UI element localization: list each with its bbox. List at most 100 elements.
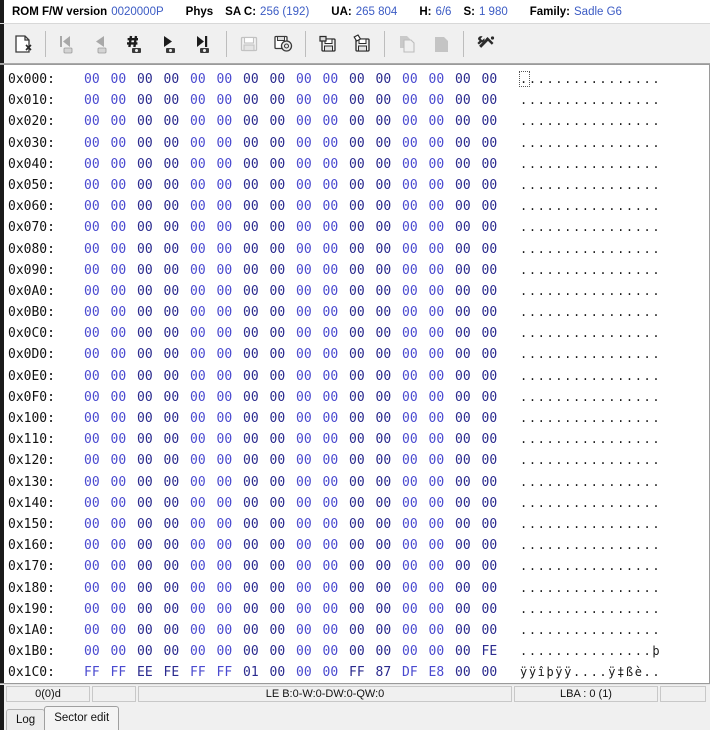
hex-byte[interactable]: 00	[137, 641, 164, 662]
hex-byte-group[interactable]: 00 00 00 00 00 00 00 00 00 00 00 00 00 00 00 00	[84, 69, 508, 90]
hex-byte[interactable]: 00	[111, 599, 138, 620]
hex-byte[interactable]: 00	[217, 217, 244, 238]
hex-byte[interactable]: 00	[376, 641, 403, 662]
hex-byte[interactable]: 00	[349, 620, 376, 641]
read-from-drive-button[interactable]	[345, 27, 379, 61]
hex-byte[interactable]: 00	[429, 514, 456, 535]
hex-byte[interactable]: 00	[84, 69, 111, 90]
hex-byte[interactable]: 00	[323, 408, 350, 429]
hex-byte[interactable]: 00	[84, 429, 111, 450]
hex-byte[interactable]: 00	[243, 260, 270, 281]
hex-byte[interactable]: 00	[482, 493, 509, 514]
hex-byte[interactable]: 00	[243, 535, 270, 556]
hex-byte[interactable]: 00	[482, 344, 509, 365]
save-button[interactable]	[232, 27, 266, 61]
hex-byte[interactable]: 00	[111, 620, 138, 641]
hex-ascii[interactable]: ................	[520, 514, 661, 535]
hex-byte[interactable]: 00	[190, 111, 217, 132]
goto-sector-button[interactable]	[119, 27, 153, 61]
hex-byte[interactable]: 00	[270, 217, 297, 238]
hex-ascii[interactable]: ................	[520, 408, 661, 429]
hex-byte[interactable]: 00	[270, 429, 297, 450]
hex-byte[interactable]: 00	[455, 196, 482, 217]
hex-byte[interactable]: 00	[296, 323, 323, 344]
hex-byte[interactable]: 00	[323, 578, 350, 599]
hex-byte[interactable]: 00	[323, 472, 350, 493]
hex-byte[interactable]: 00	[84, 133, 111, 154]
hex-byte[interactable]: 00	[429, 260, 456, 281]
hex-ascii[interactable]: ................	[520, 260, 661, 281]
hex-byte[interactable]: 00	[482, 196, 509, 217]
hex-byte[interactable]: 00	[190, 69, 217, 90]
hex-ascii[interactable]: ................	[520, 556, 661, 577]
hex-byte-group[interactable]: 00 00 00 00 00 00 00 00 00 00 00 00 00 00 00 00	[84, 620, 508, 641]
hex-byte[interactable]: 00	[111, 514, 138, 535]
hex-byte[interactable]: 00	[164, 90, 191, 111]
hex-byte[interactable]: 00	[429, 556, 456, 577]
first-sector-button[interactable]	[51, 27, 85, 61]
hex-byte[interactable]: 00	[111, 366, 138, 387]
hex-byte[interactable]: 00	[349, 217, 376, 238]
hex-row[interactable]: 0x100: 00 00 00 00 00 00 00 00 00 00 00 00 00 00 00 00..…	[8, 408, 709, 429]
hex-byte[interactable]: 00	[270, 641, 297, 662]
hex-byte[interactable]: 00	[323, 662, 350, 683]
hex-byte[interactable]: 00	[164, 133, 191, 154]
hex-byte[interactable]: 00	[137, 69, 164, 90]
hex-byte[interactable]: 00	[296, 450, 323, 471]
hex-byte[interactable]: 00	[137, 133, 164, 154]
hex-ascii[interactable]: ................	[520, 535, 661, 556]
hex-byte[interactable]: 00	[243, 429, 270, 450]
hex-byte[interactable]: 00	[296, 535, 323, 556]
hex-byte[interactable]: 00	[217, 281, 244, 302]
hex-byte[interactable]: 00	[137, 344, 164, 365]
hex-byte[interactable]: 00	[270, 535, 297, 556]
hex-byte[interactable]: 00	[482, 90, 509, 111]
hex-byte[interactable]: 00	[84, 535, 111, 556]
hex-byte[interactable]: 00	[111, 641, 138, 662]
hex-byte-group[interactable]: 00 00 00 00 00 00 00 00 00 00 00 00 00 00 00 00	[84, 366, 508, 387]
hex-byte[interactable]: 00	[137, 450, 164, 471]
hex-byte[interactable]: 00	[296, 514, 323, 535]
hex-byte[interactable]: 00	[164, 69, 191, 90]
hex-byte[interactable]: 00	[376, 599, 403, 620]
hex-row[interactable]: 0x190: 00 00 00 00 00 00 00 00 00 00 00 00 00 00 00 00..…	[8, 599, 709, 620]
hex-row[interactable]: 0x060: 00 00 00 00 00 00 00 00 00 00 00 00 00 00 00 00..…	[8, 196, 709, 217]
hex-byte[interactable]: 00	[190, 281, 217, 302]
hex-byte[interactable]: 00	[349, 323, 376, 344]
hex-byte[interactable]: 00	[429, 429, 456, 450]
hex-byte[interactable]: 00	[455, 344, 482, 365]
hex-byte[interactable]: 00	[164, 387, 191, 408]
hex-row[interactable]: 0x000: 00 00 00 00 00 00 00 00 00 00 00 00 00 00 00 00..…	[8, 69, 709, 90]
hex-byte[interactable]: 00	[243, 599, 270, 620]
hex-byte[interactable]: 00	[402, 69, 429, 90]
hex-byte[interactable]: 00	[455, 387, 482, 408]
hex-byte-group[interactable]: 00 00 00 00 00 00 00 00 00 00 00 00 00 00 00 00	[84, 429, 508, 450]
hex-byte[interactable]: 00	[323, 302, 350, 323]
hex-byte[interactable]: 00	[482, 387, 509, 408]
hex-byte[interactable]: 00	[402, 514, 429, 535]
hex-byte[interactable]: 00	[402, 217, 429, 238]
hex-byte[interactable]: 00	[190, 239, 217, 260]
hex-byte[interactable]: 00	[270, 323, 297, 344]
hex-byte[interactable]: 00	[323, 429, 350, 450]
hex-byte[interactable]: 00	[296, 217, 323, 238]
hex-byte[interactable]: 00	[190, 450, 217, 471]
hex-byte[interactable]: 00	[455, 429, 482, 450]
hex-byte[interactable]: 00	[137, 514, 164, 535]
hex-byte[interactable]: 00	[111, 450, 138, 471]
hex-byte[interactable]: 00	[296, 493, 323, 514]
hex-byte[interactable]: 00	[137, 90, 164, 111]
hex-row[interactable]: 0x160: 00 00 00 00 00 00 00 00 00 00 00 00 00 00 00 00..…	[8, 535, 709, 556]
hex-ascii[interactable]: ................	[520, 366, 661, 387]
hex-row[interactable]: 0x080: 00 00 00 00 00 00 00 00 00 00 00 00 00 00 00 00..…	[8, 239, 709, 260]
hex-byte[interactable]: 00	[164, 323, 191, 344]
next-sector-button[interactable]	[153, 27, 187, 61]
hex-byte[interactable]: 00	[164, 111, 191, 132]
hex-row[interactable]: 0x0D0: 00 00 00 00 00 00 00 00 00 00 00 00 00 00 00 00..…	[8, 344, 709, 365]
hex-byte[interactable]: 00	[270, 239, 297, 260]
hex-byte[interactable]: 00	[270, 662, 297, 683]
hex-byte[interactable]: 00	[164, 260, 191, 281]
hex-byte[interactable]: 00	[376, 217, 403, 238]
hex-byte[interactable]: 00	[429, 90, 456, 111]
hex-row[interactable]: 0x0E0: 00 00 00 00 00 00 00 00 00 00 00 00 00 00 00 00..…	[8, 366, 709, 387]
